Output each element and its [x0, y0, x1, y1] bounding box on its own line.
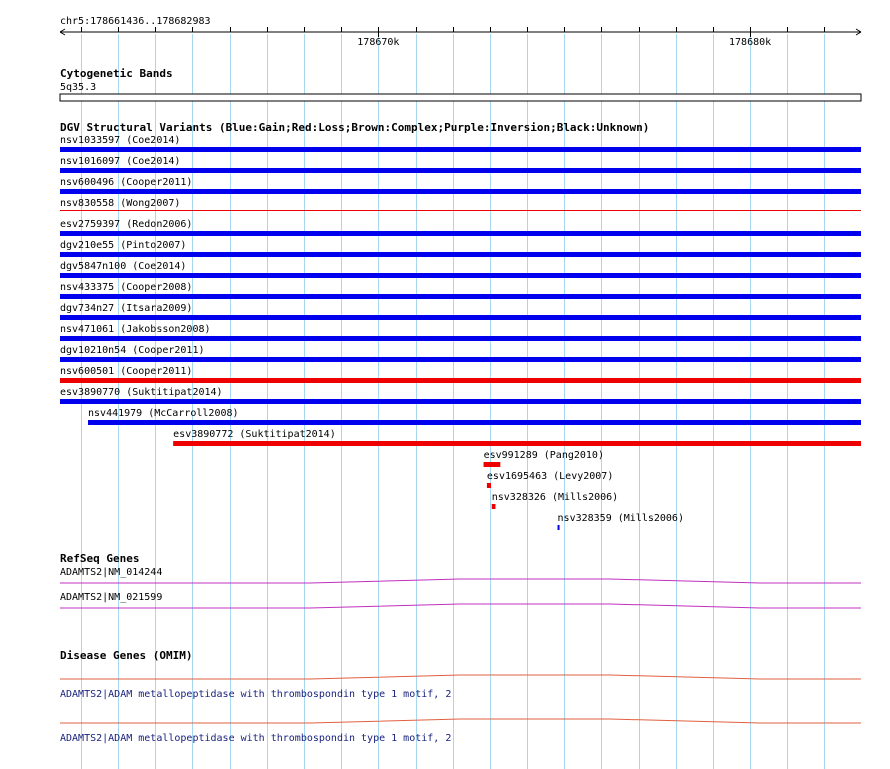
omim-gene-label: ADAMTS2|ADAM metallopeptidase with throm… — [60, 733, 451, 744]
dgv-variant-bar[interactable] — [60, 210, 861, 211]
omim-gene-label: ADAMTS2|ADAM metallopeptidase with throm… — [60, 689, 451, 700]
dgv-variant[interactable]: dgv734n27 (Itsara2009) — [60, 303, 861, 320]
dgv-variant-label: esv1695463 (Levy2007) — [487, 471, 613, 482]
dgv-variant-bar[interactable] — [60, 168, 861, 173]
dgv-variant-label: nsv1033597 (Coe2014) — [60, 135, 180, 146]
refseq-gene-label: ADAMTS2|NM_021599 — [60, 592, 162, 603]
dgv-variant[interactable]: dgv10210n54 (Cooper2011) — [60, 345, 861, 362]
cytoband-bar[interactable] — [59, 93, 862, 102]
omim-track: Disease Genes (OMIM) ADAMTS2|ADAM metall… — [60, 649, 861, 744]
dgv-variant-bar[interactable] — [60, 252, 861, 257]
dgv-variant[interactable]: dgv210e55 (Pinto2007) — [60, 240, 861, 257]
dgv-variant-label: esv991289 (Pang2010) — [484, 450, 604, 461]
dgv-variant-bar[interactable] — [60, 336, 861, 341]
dgv-variant-label: nsv471061 (Jakobsson2008) — [60, 324, 211, 335]
ruler-coordinates: chr5:178661436..178682983 — [60, 16, 211, 27]
omim-gene[interactable]: ADAMTS2|ADAM metallopeptidase with throm… — [60, 674, 861, 700]
dgv-variant-label: nsv1016097 (Coe2014) — [60, 156, 180, 167]
dgv-variant[interactable]: nsv600501 (Cooper2011) — [60, 366, 861, 383]
dgv-variant[interactable]: nsv1033597 (Coe2014) — [60, 135, 861, 152]
dgv-variant[interactable]: dgv5847n100 (Coe2014) — [60, 261, 861, 278]
dgv-variant-bar[interactable] — [491, 504, 496, 509]
dgv-variant[interactable]: nsv328359 (Mills2006) — [557, 513, 684, 530]
dgv-variant-label: dgv734n27 (Itsara2009) — [60, 303, 192, 314]
dgv-variant[interactable]: esv3890770 (Suktitipat2014) — [60, 387, 861, 404]
dgv-variant[interactable]: esv991289 (Pang2010) — [483, 450, 604, 467]
refseq-title: RefSeq Genes — [60, 552, 139, 565]
dgv-title: DGV Structural Variants (Blue:Gain;Red:L… — [60, 121, 649, 134]
dgv-variant[interactable]: esv2759397 (Redon2006) — [60, 219, 861, 236]
dgv-variant[interactable]: esv3890772 (Suktitipat2014) — [173, 429, 862, 446]
dgv-variant-bar[interactable] — [173, 441, 862, 446]
dgv-variant[interactable]: nsv830558 (Wong2007) — [60, 198, 861, 211]
dgv-variant-bar[interactable] — [483, 462, 501, 467]
refseq-track: RefSeq Genes ADAMTS2|NM_014244ADAMTS2|NM… — [60, 552, 861, 609]
dgv-variant-bar[interactable] — [88, 420, 862, 425]
dgv-variant-label: nsv830558 (Wong2007) — [60, 198, 180, 209]
refseq-features: ADAMTS2|NM_014244 ADAMTS2|NM_021599 — [60, 567, 861, 609]
dgv-variant[interactable]: nsv471061 (Jakobsson2008) — [60, 324, 861, 341]
dgv-variant-label: esv3890770 (Suktitipat2014) — [60, 387, 223, 398]
dgv-variant-bar[interactable] — [60, 315, 861, 320]
dgv-variant[interactable]: nsv328326 (Mills2006) — [491, 492, 618, 509]
dgv-track: DGV Structural Variants (Blue:Gain;Red:L… — [60, 121, 862, 530]
ruler-tick-label: 178670k — [357, 37, 399, 48]
dgv-variant-label: nsv600501 (Cooper2011) — [60, 366, 192, 377]
dgv-variant-label: nsv433375 (Cooper2008) — [60, 282, 192, 293]
dgv-variant-label: nsv600496 (Cooper2011) — [60, 177, 192, 188]
dgv-variant[interactable]: esv1695463 (Levy2007) — [486, 471, 613, 488]
refseq-gene-label: ADAMTS2|NM_014244 — [60, 567, 162, 578]
dgv-variant[interactable]: nsv1016097 (Coe2014) — [60, 156, 861, 173]
dgv-variant[interactable]: nsv441979 (McCarroll2008) — [88, 408, 862, 425]
refseq-gene[interactable]: ADAMTS2|NM_021599 — [60, 592, 861, 609]
dgv-variant-label: dgv210e55 (Pinto2007) — [60, 240, 186, 251]
dgv-variant-label: nsv441979 (McCarroll2008) — [88, 408, 239, 419]
ruler: chr5:178661436..178682983 178670k 178680k — [59, 16, 862, 48]
cytoband-track: Cytogenetic Bands 5q35.3 — [59, 67, 862, 102]
dgv-variant-bar[interactable] — [60, 189, 861, 194]
dgv-variant-bar[interactable] — [60, 357, 861, 362]
dgv-variant-bar[interactable] — [557, 525, 560, 530]
dgv-variant-bar[interactable] — [60, 231, 861, 236]
dgv-variant[interactable]: nsv433375 (Cooper2008) — [60, 282, 861, 299]
dgv-variant-label: esv3890772 (Suktitipat2014) — [173, 429, 336, 440]
dgv-variant-bar[interactable] — [60, 147, 861, 152]
dgv-features: nsv1033597 (Coe2014) nsv1016097 (Coe2014)… — [60, 135, 862, 530]
dgv-variant[interactable]: nsv600496 (Cooper2011) — [60, 177, 861, 194]
genome-browser: chr5:178661436..178682983 178670k 178680k… — [59, 16, 862, 769]
dgv-variant-bar[interactable] — [60, 294, 861, 299]
dgv-variant-label: nsv328359 (Mills2006) — [558, 513, 684, 524]
dgv-variant-label: dgv5847n100 (Coe2014) — [60, 261, 186, 272]
omim-features: ADAMTS2|ADAM metallopeptidase with throm… — [60, 674, 861, 744]
ruler-tick-label: 178680k — [729, 37, 771, 48]
omim-title: Disease Genes (OMIM) — [60, 649, 192, 662]
refseq-gene[interactable]: ADAMTS2|NM_014244 — [60, 567, 861, 584]
omim-gene[interactable]: ADAMTS2|ADAM metallopeptidase with throm… — [60, 718, 861, 744]
omim-gene-line[interactable] — [60, 718, 861, 724]
omim-gene-line[interactable] — [60, 674, 861, 680]
dgv-variant-bar[interactable] — [60, 273, 861, 278]
refseq-gene-line[interactable] — [60, 603, 861, 609]
refseq-gene-line[interactable] — [60, 578, 861, 584]
dgv-variant-label: dgv10210n54 (Cooper2011) — [60, 345, 205, 356]
cytoband-title: Cytogenetic Bands — [60, 67, 173, 80]
cytoband-label: 5q35.3 — [60, 82, 96, 93]
dgv-variant-bar[interactable] — [60, 378, 861, 383]
dgv-variant-label: esv2759397 (Redon2006) — [60, 219, 192, 230]
dgv-variant-bar[interactable] — [60, 399, 861, 404]
dgv-variant-label: nsv328326 (Mills2006) — [492, 492, 618, 503]
dgv-variant-bar[interactable] — [486, 483, 492, 488]
